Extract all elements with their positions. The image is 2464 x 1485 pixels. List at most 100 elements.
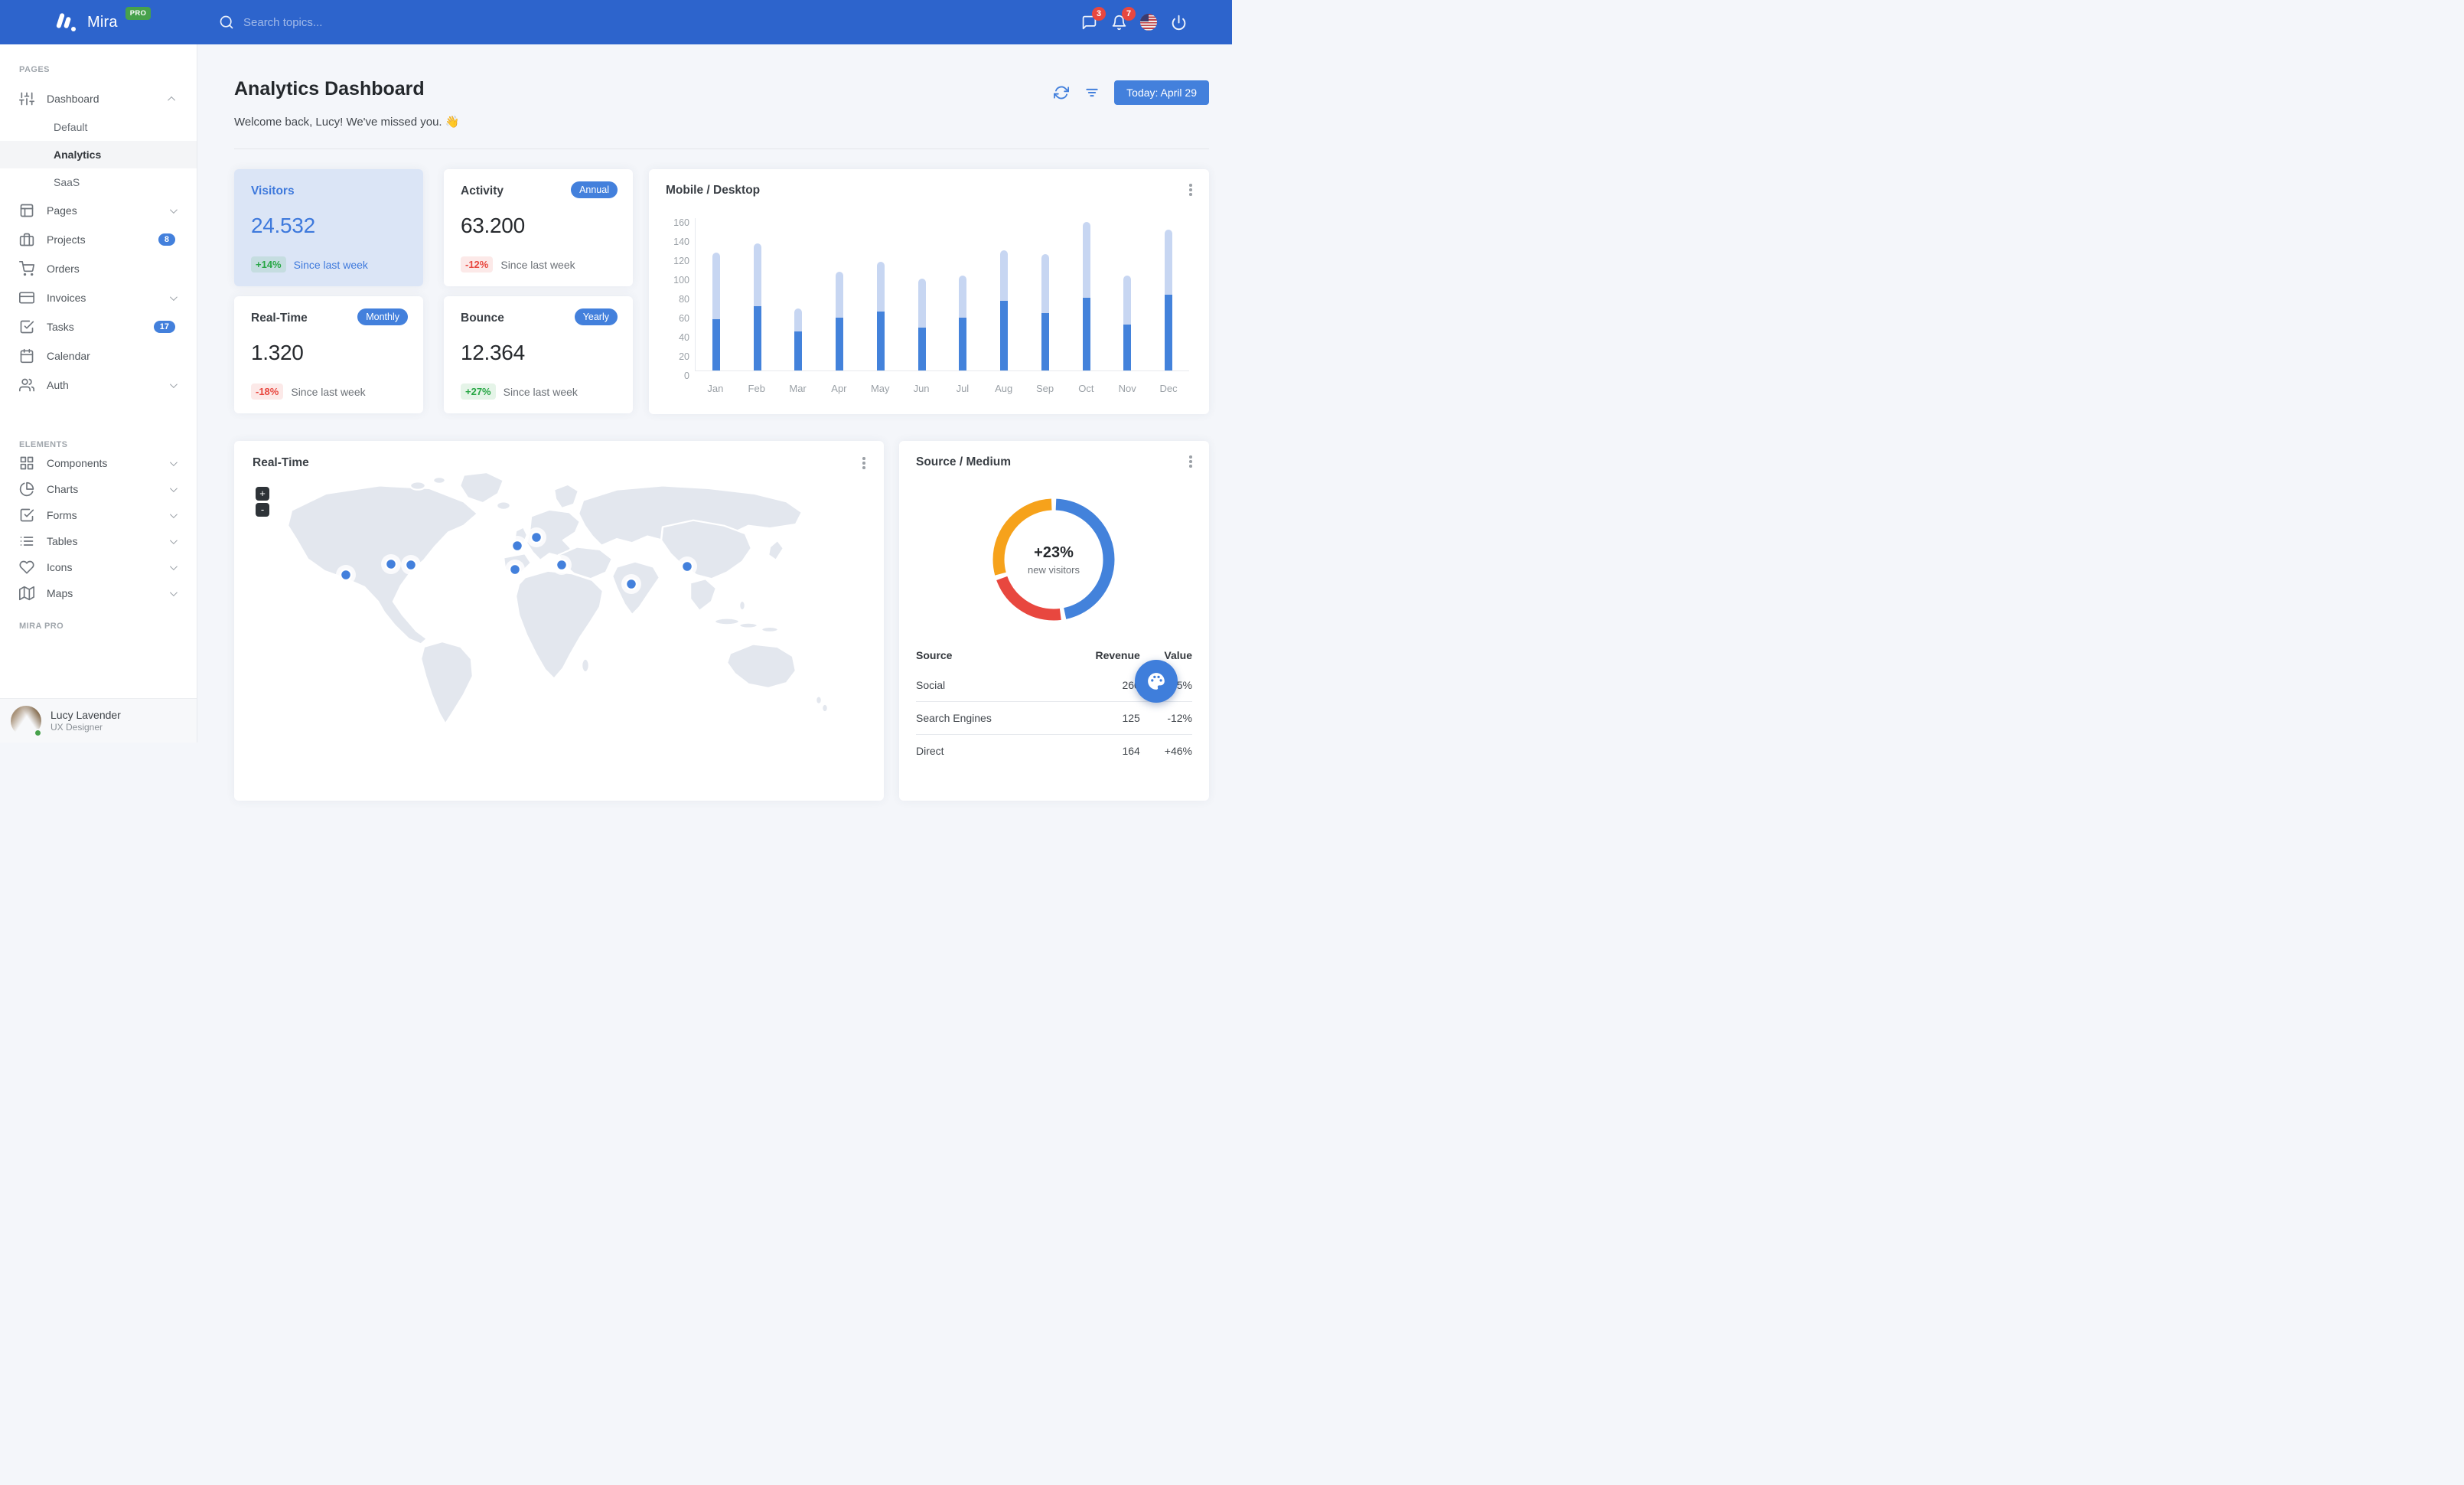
stat-value: 12.364 (461, 341, 525, 364)
bar-aug[interactable] (983, 218, 1025, 370)
sidebar-item-invoices[interactable]: Invoices (0, 283, 197, 312)
map-marker[interactable] (552, 555, 572, 575)
header-divider (234, 148, 1209, 149)
sidebar-item-forms[interactable]: Forms (0, 502, 197, 528)
refresh-button[interactable] (1053, 84, 1070, 101)
sidebar-item-tasks[interactable]: Tasks 17 (0, 312, 197, 341)
count-badge: 8 (158, 233, 175, 246)
x-axis-label: Nov (1118, 383, 1136, 394)
map-zoom-out-button[interactable]: - (256, 503, 269, 517)
stat-card-real-time: Real-Time Monthly 1.320 -18% Since last … (234, 296, 423, 413)
sidebar-item-orders[interactable]: Orders (0, 254, 197, 283)
x-axis-label: Jun (913, 383, 930, 394)
sidebar-item-icons[interactable]: Icons (0, 554, 197, 580)
sidebar-item-dashboard[interactable]: Dashboard (0, 84, 197, 113)
filter-button[interactable] (1084, 84, 1100, 101)
map-marker[interactable] (505, 560, 525, 579)
sidebar-item-calendar[interactable]: Calendar (0, 341, 197, 370)
y-axis-tick: 60 (679, 313, 689, 324)
sidebar-item-auth[interactable]: Auth (0, 370, 197, 400)
bar-segment-mobile (794, 331, 803, 370)
bar-nov[interactable] (1107, 218, 1149, 370)
bar-apr[interactable] (819, 218, 860, 370)
sidebar-item-default[interactable]: Default (0, 113, 197, 141)
header-actions: Today: April 29 (1053, 80, 1209, 105)
messages-button[interactable]: 3 (1080, 7, 1106, 31)
sidebar-item-saas[interactable]: SaaS (0, 168, 197, 196)
stat-card-activity: Activity Annual 63.200 -12% Since last w… (444, 169, 633, 286)
stat-value: 1.320 (251, 341, 304, 364)
sidebar-item-pages[interactable]: Pages (0, 196, 197, 225)
sidebar-item-label: Analytics (54, 148, 102, 161)
bar-oct[interactable] (1066, 218, 1107, 370)
count-badge: 17 (153, 321, 175, 333)
sidebar-item-tables[interactable]: Tables (0, 528, 197, 554)
period-pill[interactable]: Annual (571, 181, 618, 198)
bar-jun[interactable] (901, 218, 943, 370)
brand[interactable]: Mira PRO (54, 0, 152, 44)
sidebar-item-projects[interactable]: Projects 8 (0, 225, 197, 254)
search-icon (220, 15, 233, 29)
sidebar-item-maps[interactable]: Maps (0, 580, 197, 606)
date-range-button[interactable]: Today: April 29 (1114, 80, 1209, 105)
bar-mar[interactable] (778, 218, 820, 370)
search-input[interactable] (243, 15, 458, 29)
mobile-desktop-chart-card: Mobile / Desktop 0 20 40 60 80 100 120 140 160 J… (649, 169, 1209, 414)
layout-icon (20, 204, 34, 217)
map-icon (19, 586, 34, 601)
theme-settings-button[interactable] (1135, 660, 1178, 703)
bar-feb[interactable] (737, 218, 778, 370)
bar-may[interactable] (860, 218, 901, 370)
map-marker[interactable] (381, 554, 401, 574)
bar-segment-desktop (876, 261, 885, 312)
cell-revenue: 125 (1057, 701, 1140, 735)
sidebar-user[interactable]: Lucy Lavender UX Designer (0, 698, 197, 742)
sidebar-item-analytics[interactable]: Analytics (0, 141, 197, 168)
bar-chart-bars (696, 218, 1189, 370)
top-navbar: Mira PRO 3 7 (0, 0, 1232, 44)
period-pill[interactable]: Yearly (574, 308, 618, 325)
sidebar-item-charts[interactable]: Charts (0, 476, 197, 502)
language-button[interactable] (1139, 13, 1158, 31)
bar-dec[interactable] (1148, 218, 1189, 370)
period-pill[interactable]: Monthly (357, 308, 408, 325)
sidebar-item-label: Icons (47, 561, 73, 573)
messages-count-badge: 3 (1092, 7, 1106, 21)
y-axis-tick: 120 (673, 256, 689, 266)
map-zoom-in-button[interactable]: + (256, 487, 269, 501)
world-map[interactable] (234, 441, 884, 801)
sidebar-item-label: Tasks (47, 321, 74, 333)
check-square-icon (20, 508, 34, 522)
map-marker[interactable] (336, 565, 356, 585)
grid-icon (20, 456, 34, 470)
stat-caption: Since last week (293, 258, 368, 271)
sidebar-item-components[interactable]: Components (0, 450, 197, 476)
notifications-button[interactable]: 7 (1110, 7, 1136, 31)
chevron-down-icon (169, 292, 178, 301)
bar-jan[interactable] (696, 218, 737, 370)
bar-segment-mobile (876, 311, 885, 370)
table-row: Direct 164 +46% (916, 734, 1192, 767)
brand-name: Mira (87, 13, 118, 31)
bar-segment-desktop (794, 308, 803, 331)
main-content: Analytics Dashboard Welcome back, Lucy! … (197, 44, 1232, 801)
map-marker[interactable] (526, 527, 546, 547)
bar-segment-desktop (1165, 230, 1173, 295)
map-marker[interactable] (401, 555, 421, 575)
bar-segment-desktop (1082, 222, 1090, 298)
welcome-message: Welcome back, Lucy! We've missed you. 👋 (234, 116, 460, 129)
map-marker[interactable] (621, 574, 641, 594)
card-menu-button[interactable] (1185, 183, 1197, 197)
bar-sep[interactable] (1025, 218, 1066, 370)
bar-jul[interactable] (943, 218, 984, 370)
logout-button[interactable] (1169, 13, 1188, 31)
donut-center-value: +23% (1034, 543, 1074, 561)
sidebar-item-label: Calendar (47, 350, 90, 362)
map-marker[interactable] (507, 536, 527, 556)
map-marker[interactable] (677, 556, 697, 576)
pie-chart-icon (19, 481, 34, 497)
y-axis-tick: 160 (673, 217, 689, 228)
online-status-dot (34, 728, 42, 737)
card-menu-button[interactable] (1185, 455, 1197, 468)
sidebar-item-label: Dashboard (47, 93, 99, 105)
